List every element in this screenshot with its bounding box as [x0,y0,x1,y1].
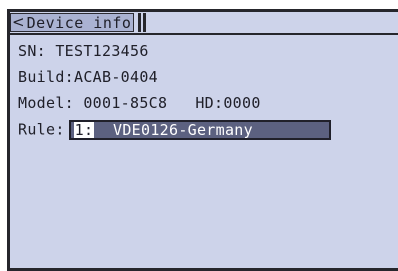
title-marks [138,13,148,32]
title-mark [138,13,142,32]
build-label: Build: [18,68,74,86]
hd-label: HD: [195,94,224,112]
model-value: 0001-85C8 [83,94,168,112]
rule-row: Rule: 1: VDE0126-Germany [18,120,331,140]
rule-index: 1: [73,121,95,139]
rule-value: VDE0126-Germany [113,121,253,139]
sn-value: TEST123456 [55,42,149,60]
sn-row: SN: TEST123456 [18,42,149,60]
rule-select[interactable]: 1: VDE0126-Germany [68,120,331,140]
title-bar: < Device info [10,12,398,33]
device-info-screen: < Device info SN: TEST123456 Build:ACAB-… [7,9,398,271]
model-label: Model: [18,94,74,112]
page-title: Device info [26,13,132,32]
build-value: ACAB-0404 [74,68,158,86]
model-row: Model: 0001-85C8 HD:0000 [18,94,261,112]
build-row: Build:ACAB-0404 [18,68,158,86]
hd-value: 0000 [223,94,261,112]
title-divider [10,33,398,35]
sn-label: SN: [18,42,46,60]
rule-label: Rule: [18,120,65,139]
title-mark [143,13,147,32]
back-arrow-icon[interactable]: < [12,15,25,30]
title-box: < Device info [10,13,135,32]
